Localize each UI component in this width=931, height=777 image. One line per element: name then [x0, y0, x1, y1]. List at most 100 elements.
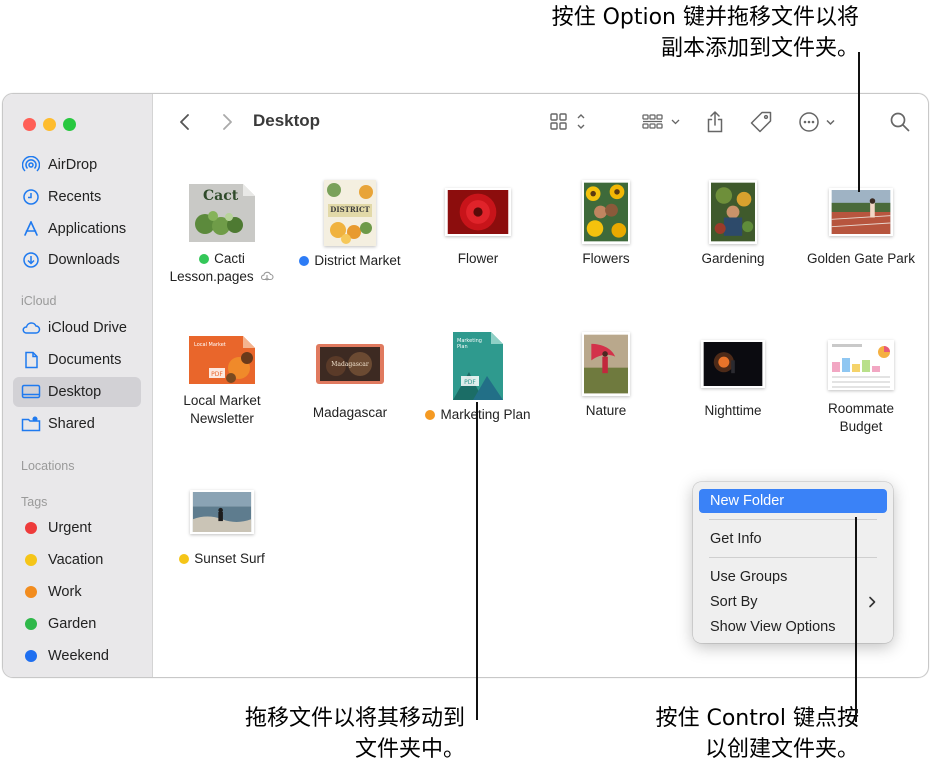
menu-item-new-folder[interactable]: New Folder — [699, 489, 887, 513]
yellow-tag-dot — [179, 554, 190, 564]
chevron-right-icon — [869, 596, 876, 608]
svg-text:PDF: PDF — [464, 379, 476, 386]
file-name-line2: Newsletter — [190, 411, 254, 426]
applications-icon — [21, 219, 41, 239]
sidebar-section-locations: Locations — [21, 459, 75, 473]
file-name-line2: Budget — [839, 419, 883, 434]
flower-photo-thumbnail — [445, 188, 511, 236]
back-button[interactable] — [175, 110, 195, 134]
callout-leader-line — [855, 517, 857, 722]
context-menu: New Folder Get Info Use Groups Sort By S… — [693, 482, 893, 643]
file-item[interactable]: Nighttime — [669, 340, 797, 420]
file-item[interactable]: Nature — [542, 332, 670, 420]
cacti-pages-thumbnail: Cact — [189, 184, 255, 242]
file-name: District Market — [314, 253, 401, 268]
roommate-budget-numbers-thumbnail — [828, 340, 894, 390]
menu-item-use-groups[interactable]: Use Groups — [699, 565, 887, 589]
sidebar-tag-vacation[interactable]: Vacation — [13, 545, 141, 575]
orange-tag-dot — [425, 410, 436, 420]
sidebar-tag-urgent[interactable]: Urgent — [13, 513, 141, 543]
sidebar-item-downloads[interactable]: Downloads — [13, 245, 141, 275]
file-item[interactable]: Gardening — [669, 180, 797, 268]
forward-button[interactable] — [217, 110, 237, 134]
menu-item-show-view-options[interactable]: Show View Options — [699, 615, 887, 639]
view-icons-button[interactable] — [548, 110, 590, 134]
file-name: Nature — [585, 403, 627, 418]
file-item[interactable]: Golden Gate Park — [797, 188, 925, 268]
menu-separator — [709, 519, 877, 520]
sidebar-item-documents[interactable]: Documents — [13, 345, 141, 375]
file-item[interactable]: Flowers — [542, 180, 670, 268]
search-icon — [890, 112, 910, 132]
sidebar-item-desktop[interactable]: Desktop — [13, 377, 141, 407]
desktop-icon — [21, 382, 41, 402]
sidebar-item-applications[interactable]: Applications — [13, 214, 141, 244]
file-name: Local Market — [183, 393, 261, 408]
svg-text:PDF: PDF — [211, 371, 223, 378]
menu-item-sort-by[interactable]: Sort By — [699, 590, 887, 614]
zoom-window-button[interactable] — [63, 118, 76, 131]
sidebar-item-airdrop[interactable]: AirDrop — [13, 150, 141, 180]
flowers-photo-thumbnail — [582, 180, 630, 244]
marketing-plan-pdf-thumbnail: Marketing Plan PDF — [453, 332, 503, 400]
file-item[interactable]: Madagascar Madagascar — [286, 344, 414, 422]
file-item[interactable]: Cact Cacti Lesson.pages — [158, 180, 286, 286]
file-name: Madagascar — [312, 405, 388, 420]
green-tag-dot — [199, 254, 210, 264]
sidebar-item-icloud-drive[interactable]: iCloud Drive — [13, 313, 141, 343]
file-name: Nighttime — [704, 403, 762, 418]
file-item[interactable]: Local Market PDF Local Market Newsletter — [158, 332, 286, 428]
file-name-line2: Lesson.pages — [169, 269, 254, 284]
shared-folder-icon — [21, 414, 41, 434]
cloud-icon — [21, 318, 41, 338]
chevron-left-icon — [180, 114, 189, 130]
file-name: Cacti — [214, 251, 245, 266]
file-name: Gardening — [701, 251, 765, 266]
tag-button[interactable] — [748, 110, 774, 134]
sidebar-item-shared[interactable]: Shared — [13, 409, 141, 439]
file-item[interactable]: Marketing Plan PDF Marketing Plan — [414, 332, 542, 424]
file-item[interactable]: DISTRICT District Market — [286, 180, 414, 270]
sidebar: AirDrop Recents Applications Downloads i… — [3, 94, 153, 677]
blue-tag-dot — [299, 256, 310, 266]
group-icon — [642, 114, 680, 129]
sidebar-item-recents[interactable]: Recents — [13, 182, 141, 212]
district-market-thumbnail: DISTRICT — [324, 180, 376, 246]
sidebar-section-icloud: iCloud — [21, 294, 57, 308]
document-icon — [21, 350, 41, 370]
minimize-window-button[interactable] — [43, 118, 56, 131]
callout-leader-line — [476, 402, 478, 720]
file-item[interactable]: Sunset Surf — [158, 490, 286, 568]
golden-gate-park-photo-thumbnail — [829, 188, 893, 236]
yellow-tag-dot — [25, 554, 37, 566]
gardening-photo-thumbnail — [709, 180, 757, 244]
clock-icon — [21, 187, 41, 207]
search-button[interactable] — [888, 110, 912, 134]
file-item[interactable]: Roommate Budget — [797, 340, 925, 436]
toolbar: Desktop — [153, 94, 928, 150]
svg-text:Plan: Plan — [457, 344, 468, 350]
red-tag-dot — [25, 522, 37, 534]
group-button[interactable] — [641, 110, 685, 134]
file-name: Flower — [457, 251, 499, 266]
sidebar-tag-weekend[interactable]: Weekend — [13, 641, 141, 671]
file-name: Flowers — [582, 251, 630, 266]
nature-photo-thumbnail — [582, 332, 630, 396]
action-button[interactable] — [797, 110, 841, 134]
menu-separator — [709, 557, 877, 558]
blue-tag-dot — [25, 650, 37, 662]
callout-drag-move: 拖移文件以将其移动到 文件夹中。 — [244, 706, 465, 762]
svg-text:Local Market: Local Market — [194, 342, 226, 348]
icloud-download-icon — [261, 271, 274, 281]
close-window-button[interactable] — [23, 118, 36, 131]
sidebar-tag-garden[interactable]: Garden — [13, 609, 141, 639]
file-name: Golden Gate Park — [806, 251, 916, 266]
callout-option-drag: 按住 Option 键并拖移文件以将 副本添加到文件夹。 — [551, 5, 859, 61]
sidebar-tag-work[interactable]: Work — [13, 577, 141, 607]
file-name: Marketing Plan — [440, 407, 531, 422]
window-title: Desktop — [253, 111, 321, 130]
file-item[interactable]: Flower — [414, 188, 542, 268]
share-button[interactable] — [703, 110, 727, 134]
download-icon — [21, 250, 41, 270]
menu-item-get-info[interactable]: Get Info — [699, 527, 887, 551]
